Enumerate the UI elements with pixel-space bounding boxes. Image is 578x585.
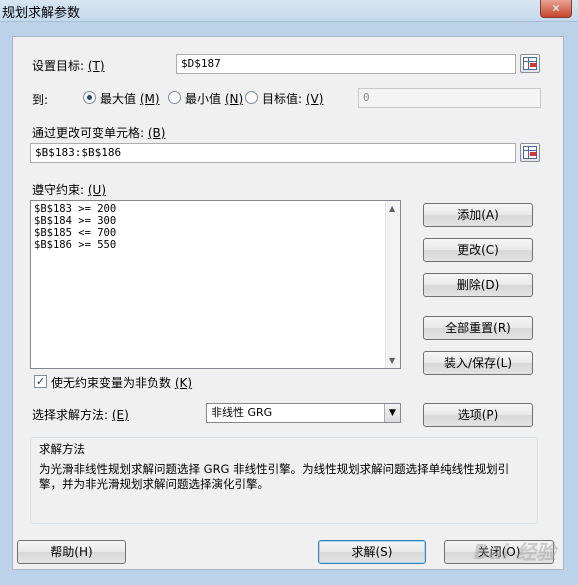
method-select[interactable]: 非线性 GRG ▼ [206, 403, 401, 423]
variables-label: 通过更改可变单元格: (B) [32, 126, 166, 140]
window-titlebar: 规划求解参数 ✕ [0, 0, 578, 22]
scroll-down-icon[interactable]: ▼ [389, 356, 395, 365]
valueof-radio-label: 目标值: (V) [262, 92, 324, 106]
dialog-frame: 设置目标: (T) $D$187 到: 最大值 (M) 最小值 (N) 目标值:… [0, 22, 578, 585]
variables-input[interactable]: $B$183:$B$186 [30, 143, 516, 163]
close-window-button[interactable]: ✕ [540, 0, 572, 18]
objective-input[interactable]: $D$187 [176, 54, 516, 74]
target-value-input[interactable]: 0 [358, 88, 541, 108]
method-select-value: 非线性 GRG [211, 406, 273, 419]
objective-label: 设置目标: (T) [32, 59, 105, 73]
constraint-item[interactable]: $B$183 >= 200 [34, 203, 116, 215]
method-help-title: 求解方法 [39, 442, 85, 456]
range-select-icon [523, 146, 537, 159]
variables-collapse-button[interactable] [520, 143, 540, 162]
method-help-box: 求解方法 为光滑非线性规划求解问题选择 GRG 非线性引擎。为线性规划求解问题选… [30, 437, 538, 524]
constraint-item[interactable]: $B$186 >= 550 [34, 239, 116, 251]
method-help-line2: 擎，并为非光滑规划求解问题选择演化引擎。 [39, 477, 269, 491]
min-radio-label: 最小值 (N) [185, 92, 244, 106]
watermark: Bai 经验 [473, 540, 556, 564]
help-button[interactable]: 帮助(H) [17, 540, 126, 564]
close-icon: ✕ [551, 2, 561, 15]
max-radio[interactable] [83, 91, 96, 104]
constraint-item[interactable]: $B$184 >= 300 [34, 215, 116, 227]
solve-button[interactable]: 求解(S) [318, 540, 426, 564]
method-label: 选择求解方法: (E) [32, 408, 129, 422]
constraints-label: 遵守约束: (U) [32, 183, 107, 197]
scroll-up-icon[interactable]: ▲ [389, 204, 395, 213]
to-label: 到: [32, 93, 49, 107]
constraints-list[interactable]: $B$183 >= 200 $B$184 >= 300 $B$185 <= 70… [30, 200, 401, 369]
min-radio[interactable] [168, 91, 181, 104]
options-button[interactable]: 选项(P) [423, 403, 533, 427]
add-button[interactable]: 添加(A) [423, 203, 533, 227]
dialog-panel: 设置目标: (T) $D$187 到: 最大值 (M) 最小值 (N) 目标值:… [12, 36, 564, 570]
valueof-radio[interactable] [245, 91, 258, 104]
max-radio-label: 最大值 (M) [100, 92, 160, 106]
constraint-item[interactable]: $B$185 <= 700 [34, 227, 116, 239]
method-help-line1: 为光滑非线性规划求解问题选择 GRG 非线性引擎。为线性规划求解问题选择单纯线性… [39, 462, 510, 476]
delete-button[interactable]: 删除(D) [423, 273, 533, 297]
range-select-icon [523, 57, 537, 70]
window-title: 规划求解参数 [2, 6, 81, 21]
reset-all-button[interactable]: 全部重置(R) [423, 316, 533, 340]
objective-collapse-button[interactable] [520, 54, 540, 73]
nonneg-checkbox[interactable]: ✓ [34, 375, 47, 388]
constraints-scrollbar[interactable]: ▲ ▼ [385, 201, 400, 368]
chevron-down-icon[interactable]: ▼ [384, 404, 400, 422]
change-button[interactable]: 更改(C) [423, 238, 533, 262]
nonneg-label: 使无约束变量为非负数 (K) [51, 376, 193, 390]
load-save-button[interactable]: 装入/保存(L) [423, 351, 533, 375]
